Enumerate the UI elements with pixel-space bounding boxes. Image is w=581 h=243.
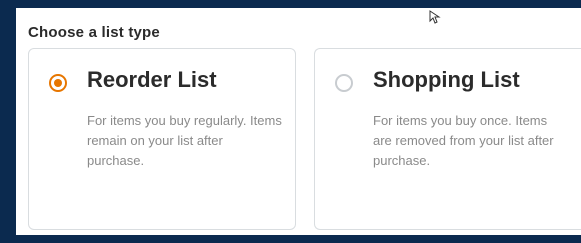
radio-unselected-icon[interactable]: [335, 74, 353, 92]
list-type-dialog: Choose a list type Reorder List For item…: [16, 8, 581, 235]
option-description: For items you buy once. Items are remove…: [373, 113, 554, 168]
shopping-list-option[interactable]: Shopping List For items you buy once. It…: [314, 48, 581, 230]
reorder-list-option[interactable]: Reorder List For items you buy regularly…: [28, 48, 296, 230]
option-title: Shopping List: [373, 67, 520, 92]
option-title: Reorder List: [87, 67, 217, 92]
section-heading: Choose a list type: [28, 24, 160, 41]
option-description: For items you buy regularly. Items remai…: [87, 113, 282, 168]
radio-selected-icon[interactable]: [49, 74, 67, 92]
screenshot-frame: Choose a list type Reorder List For item…: [0, 0, 581, 243]
mouse-cursor-icon: [429, 10, 441, 24]
